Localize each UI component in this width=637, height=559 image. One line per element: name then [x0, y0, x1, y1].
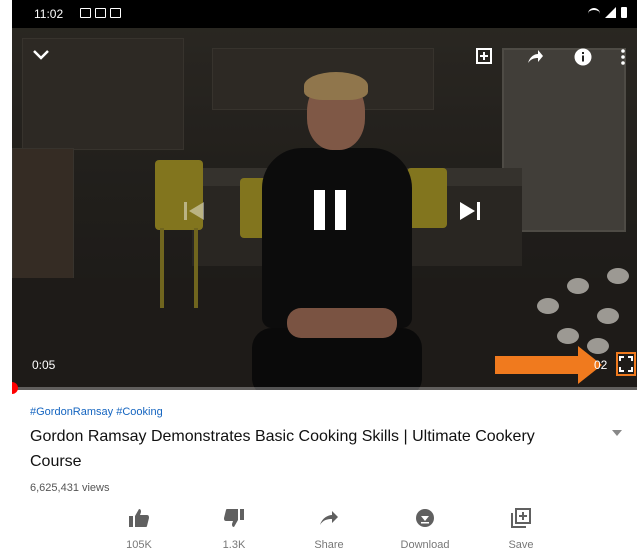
status-bar: 11:02 [12, 0, 637, 28]
add-to-playlist-icon[interactable] [474, 48, 492, 66]
current-time: 0:05 [32, 358, 56, 372]
video-player[interactable]: 11:02 0:05 02 [12, 0, 637, 390]
save-icon [511, 508, 531, 528]
minimize-chevron-icon[interactable] [32, 46, 50, 64]
annotation-arrow [495, 356, 580, 374]
video-title: Gordon Ramsay Demonstrates Basic Cooking… [30, 428, 535, 470]
share-label: Share [314, 539, 344, 551]
like-count: 105K [126, 539, 152, 551]
action-bar: 105K 1.3K Share Download Save [12, 508, 637, 558]
next-icon[interactable] [458, 200, 482, 222]
battery-icon [621, 7, 627, 18]
more-options-icon[interactable] [618, 48, 628, 66]
download-button[interactable]: Download [380, 508, 470, 551]
thumbs-up-icon [129, 509, 149, 527]
hashtags[interactable]: #GordonRamsay #Cooking [30, 406, 163, 418]
fullscreen-icon [619, 356, 633, 372]
signal-icon [605, 7, 616, 18]
dislike-count: 1.3K [222, 539, 246, 551]
like-button[interactable]: 105K [94, 508, 184, 551]
share-icon [320, 511, 338, 525]
system-icons [588, 7, 627, 18]
notification-icon [80, 8, 91, 18]
info-icon[interactable] [574, 48, 592, 66]
status-time: 11:02 [34, 7, 64, 21]
notification-icons [80, 8, 121, 18]
share-button[interactable]: Share [284, 508, 374, 551]
dislike-button[interactable]: 1.3K [189, 508, 279, 551]
download-label: Download [400, 539, 450, 551]
save-button[interactable]: Save [476, 508, 566, 551]
thumbs-down-icon [224, 509, 244, 527]
notification-icon [95, 8, 106, 18]
previous-icon[interactable] [182, 200, 206, 222]
wifi-icon [588, 7, 600, 18]
pause-icon[interactable] [310, 190, 350, 234]
expand-description-icon[interactable] [612, 430, 622, 436]
progress-bar[interactable] [12, 387, 637, 390]
phone-screen: 11:02 0:05 02 #GordonRamsay #Cooking Gor… [12, 0, 637, 559]
image-icon [110, 8, 121, 18]
view-count: 6,625,431 views [30, 482, 110, 494]
download-icon [416, 509, 434, 527]
fullscreen-button[interactable] [616, 352, 636, 376]
duration: 02 [594, 358, 608, 372]
share-icon[interactable] [526, 48, 544, 66]
save-label: Save [508, 539, 534, 551]
